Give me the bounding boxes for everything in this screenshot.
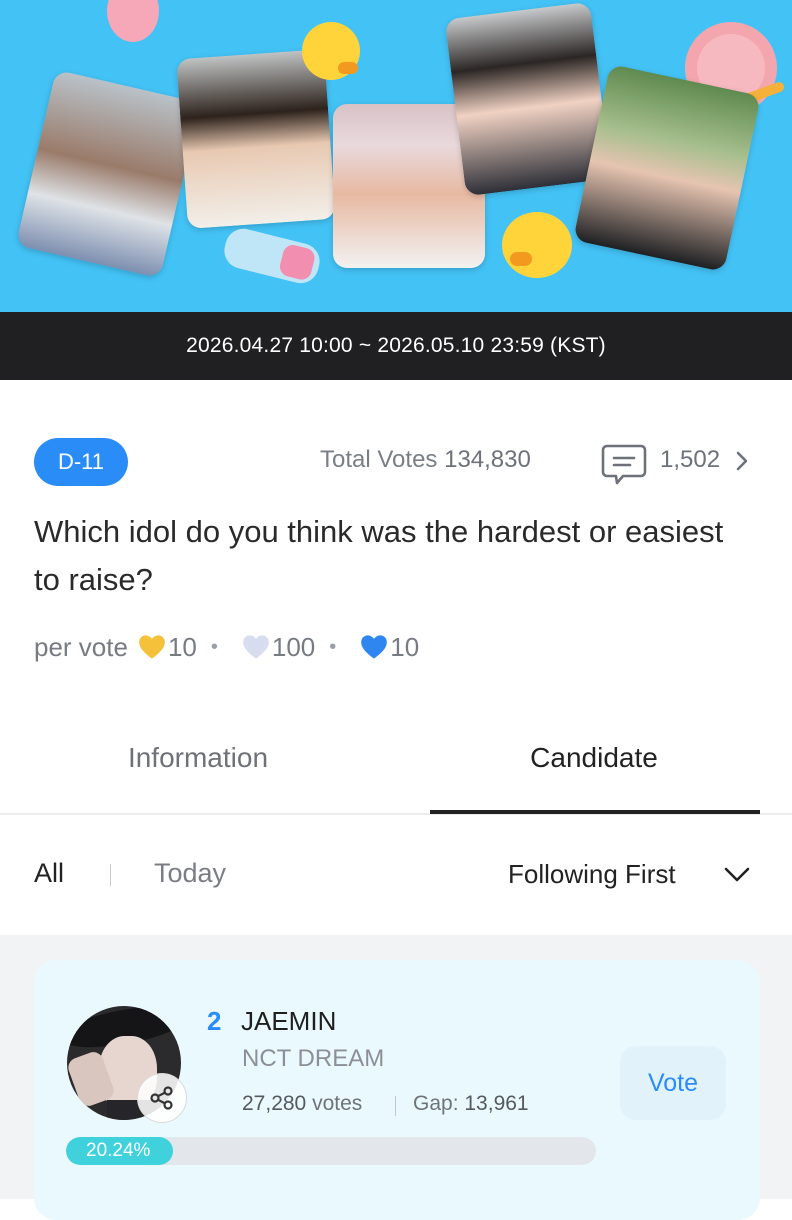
share-icon	[150, 1086, 173, 1110]
pink-balloon-decoration	[107, 0, 159, 42]
rubber-duck-decoration	[302, 22, 360, 80]
candidate-votes-value: 27,280	[242, 1092, 307, 1115]
per-vote-value: 10	[390, 631, 420, 662]
active-tab-indicator	[430, 810, 760, 814]
separator-dot: •	[329, 635, 337, 658]
child-photo-1	[15, 69, 201, 279]
candidate-name: JAEMIN	[241, 1006, 337, 1036]
tab-information[interactable]: Information	[0, 742, 396, 774]
event-date-range: 2026.04.27 10:00 ~ 2026.05.10 23:59 (KST…	[0, 312, 792, 380]
total-votes: Total Votes 134,830	[320, 446, 531, 474]
total-votes-label: Total Votes	[320, 446, 438, 473]
candidate-votes: 27,280 votes	[242, 1092, 362, 1116]
gap-value: 13,961	[464, 1092, 529, 1115]
rubber-duck-decoration	[502, 212, 572, 278]
separator-dot: •	[210, 635, 218, 658]
vote-button[interactable]: Vote	[620, 1046, 726, 1120]
filter-all[interactable]: All	[34, 858, 64, 889]
vote-percentage: 20.24%	[86, 1140, 151, 1161]
comment-icon[interactable]	[601, 442, 647, 491]
per-vote-label: per vote	[34, 631, 128, 662]
blue-heart-icon	[361, 635, 388, 659]
baby-bottle-decoration	[220, 224, 324, 288]
child-photo-2	[176, 49, 336, 229]
share-button[interactable]	[137, 1073, 187, 1123]
total-votes-value: 134,830	[444, 446, 531, 473]
chevron-right-icon[interactable]	[733, 449, 751, 478]
per-vote-info: per vote 10 • 100 • 10	[34, 630, 419, 664]
filter-today[interactable]: Today	[154, 858, 226, 889]
event-banner	[0, 0, 792, 312]
filter-divider	[110, 864, 111, 886]
per-vote-value: 10	[167, 631, 197, 662]
dday-badge: D-11	[34, 438, 128, 486]
gold-heart-icon	[139, 635, 165, 659]
candidate-votes-suffix: votes	[312, 1092, 363, 1115]
child-photo-4	[444, 1, 612, 197]
chevron-down-icon[interactable]	[723, 866, 751, 889]
tab-candidate[interactable]: Candidate	[396, 742, 792, 774]
votes-divider	[395, 1096, 396, 1116]
candidate-group: NCT DREAM	[242, 1045, 385, 1072]
candidate-rank: 2	[207, 1006, 222, 1036]
candidate-gap: Gap: 13,961	[413, 1092, 529, 1116]
poll-question: Which idol do you think was the hardest …	[34, 514, 724, 597]
per-vote-value: 100	[271, 631, 316, 662]
gap-label: Gap:	[413, 1092, 459, 1115]
sort-dropdown[interactable]: Following First	[508, 859, 676, 890]
comment-count[interactable]: 1,502	[660, 446, 720, 474]
silver-heart-icon	[243, 635, 269, 659]
